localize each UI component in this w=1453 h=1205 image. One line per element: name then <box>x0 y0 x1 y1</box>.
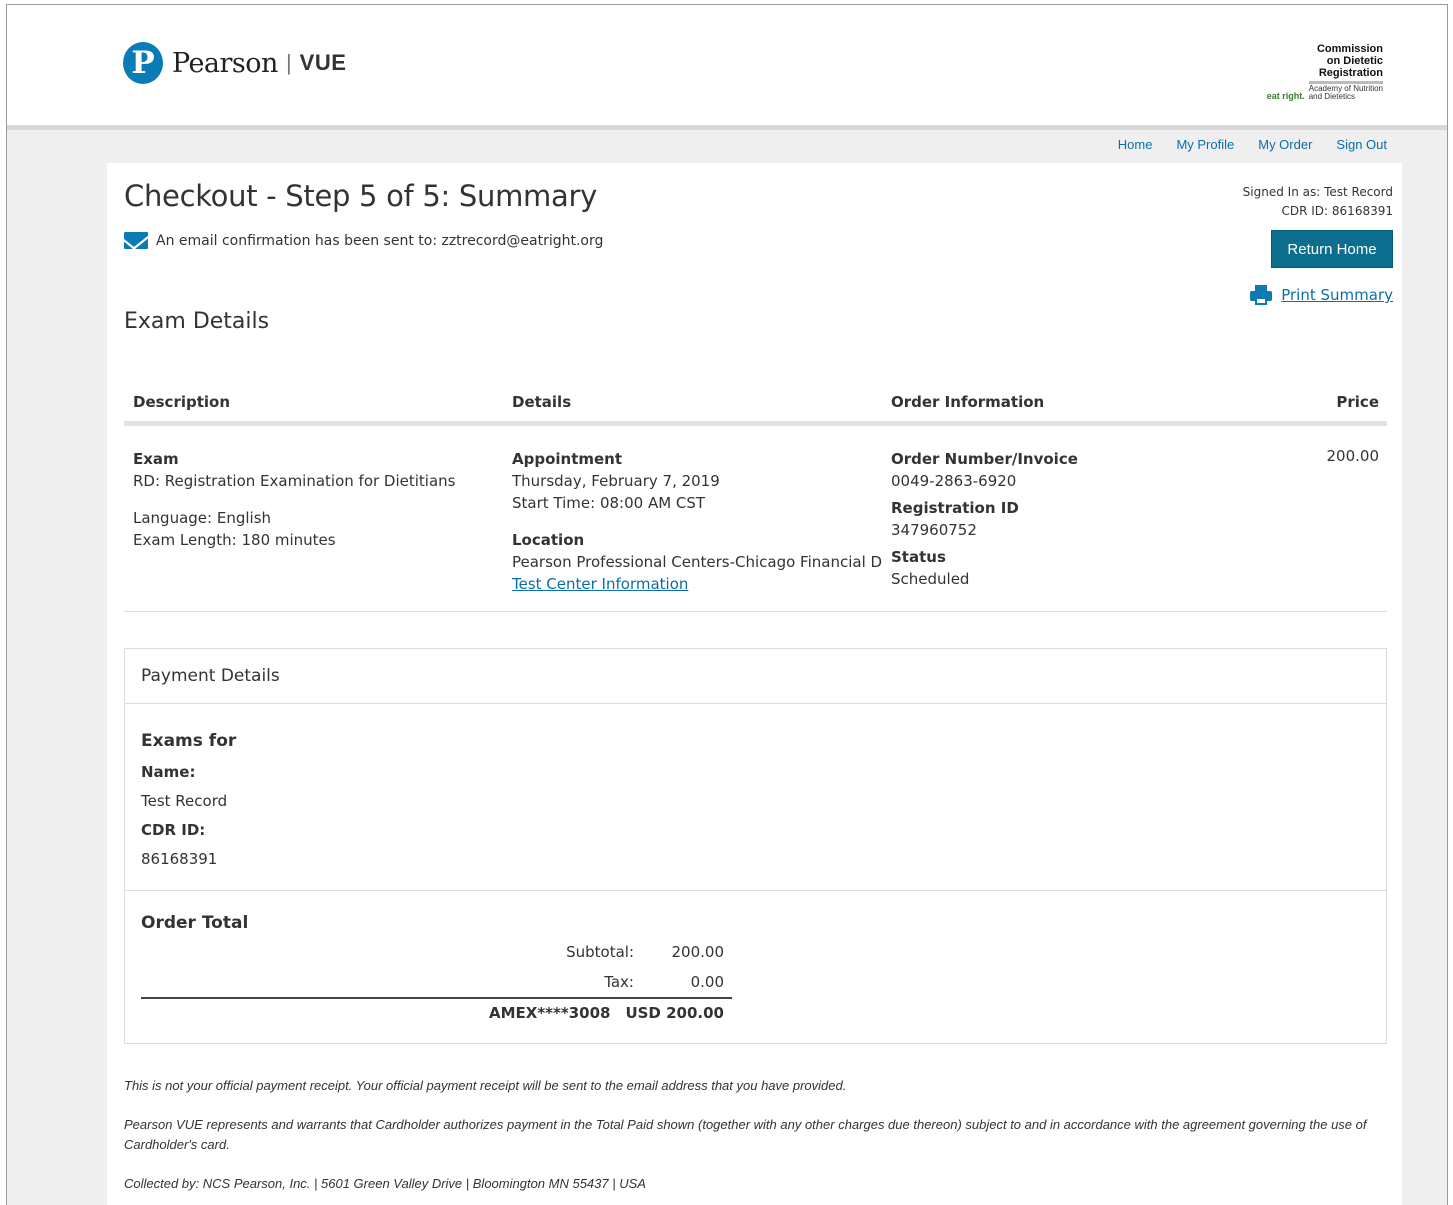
column-header-order-information: Order Information <box>891 393 1045 411</box>
test-center-information-link[interactable]: Test Center Information <box>512 575 688 593</box>
page-title: Checkout - Step 5 of 5: Summary <box>124 179 597 213</box>
cdr-partner-logo: Commission on Dietetic Registration eat … <box>1243 43 1383 101</box>
registration-id-label: Registration ID <box>891 499 1019 517</box>
subtotal-label: Subtotal: <box>566 943 634 961</box>
appointment-label: Appointment <box>512 450 623 468</box>
status-label: Status <box>891 548 946 566</box>
email-confirmation: An email confirmation has been sent to: … <box>124 232 603 249</box>
summary-card: Checkout - Step 5 of 5: Summary An email… <box>107 163 1402 1205</box>
price-cell: 200.00 <box>1261 447 1387 611</box>
envelope-icon <box>124 232 148 249</box>
column-header-details: Details <box>512 393 572 411</box>
order-totals: Subtotal: 200.00 Tax: 0.00 AMEX****3008 … <box>141 937 732 1027</box>
signed-in-cdr-id: CDR ID: 86168391 <box>1281 204 1394 218</box>
payment-details-panel: Payment Details Exams for Name: Test Rec… <box>124 648 1387 1044</box>
card-number: AMEX****3008 <box>488 1004 611 1022</box>
subtotal-row: Subtotal: 200.00 <box>141 937 732 967</box>
status-value: Scheduled <box>891 570 970 588</box>
logo-separator: | <box>285 50 292 75</box>
order-total-section: Order Total Subtotal: 200.00 Tax: 0.00 A… <box>125 891 1386 1027</box>
column-header-price: Price <box>1336 393 1379 411</box>
academy-name: Academy of Nutrition and Dietetics <box>1308 84 1383 101</box>
payment-details-heading: Payment Details <box>125 649 1386 704</box>
order-information-cell: Order Number/Invoice 0049-2863-6920 Regi… <box>882 448 1261 611</box>
signed-in-as: Signed In as: Test Record <box>1242 185 1393 199</box>
tax-value: 0.00 <box>690 973 724 991</box>
exam-language: Language: English <box>133 509 272 527</box>
exams-for-label: Exams for <box>141 731 237 751</box>
location-name: Pearson Professional Centers-Chicago Fin… <box>512 553 882 571</box>
pearson-logo-letter: P <box>131 45 155 81</box>
name-label: Name: <box>141 763 196 781</box>
return-home-button[interactable]: Return Home <box>1271 230 1393 268</box>
nav-sign-out-link[interactable]: Sign Out <box>1336 137 1387 152</box>
registration-id: 347960752 <box>891 521 977 539</box>
appointment-date: Thursday, February 7, 2019 <box>512 472 720 490</box>
order-total-label: Order Total <box>141 913 249 933</box>
browser-frame: P Pearson | VUE Commission on Dietetic R… <box>6 4 1448 1205</box>
warrant-note: Pearson VUE represents and warrants that… <box>124 1117 1367 1152</box>
name-value: Test Record <box>141 792 228 810</box>
site-header: P Pearson | VUE Commission on Dietetic R… <box>7 5 1447 125</box>
logo-name: Pearson <box>172 47 278 79</box>
exams-for-section: Exams for Name: Test Record CDR ID: 8616… <box>125 704 1386 891</box>
price-value: 200.00 <box>1326 447 1380 465</box>
signed-in-info: Signed In as: Test Record CDR ID: 861683… <box>1243 183 1393 221</box>
order-number: 0049-2863-6920 <box>891 472 1017 490</box>
email-confirmation-text: An email confirmation has been sent to: … <box>156 232 604 249</box>
exam-name: RD: Registration Examination for Dietiti… <box>133 472 456 490</box>
eatright-mark: eat right. <box>1266 91 1305 101</box>
printer-icon <box>1250 285 1273 305</box>
exam-length: Exam Length: 180 minutes <box>133 531 336 549</box>
receipt-note: This is not your official payment receip… <box>124 1078 847 1093</box>
column-header-description: Description <box>133 393 231 411</box>
appointment-start-time: Start Time: 08:00 AM CST <box>512 494 706 512</box>
order-number-label: Order Number/Invoice <box>891 450 1078 468</box>
exam-details-table: Description Details Order Information Pr… <box>124 383 1387 612</box>
description-cell: Exam RD: Registration Examination for Di… <box>124 448 503 611</box>
location-label: Location <box>512 531 585 549</box>
table-header: Description Details Order Information Pr… <box>124 383 1387 426</box>
table-row: Exam RD: Registration Examination for Di… <box>124 426 1387 612</box>
cdr-id-value: 86168391 <box>141 850 218 868</box>
pearson-vue-logo[interactable]: P Pearson | VUE <box>123 42 346 84</box>
academy-logo: eat right. Academy of Nutrition and Diet… <box>1243 85 1383 101</box>
print-summary-link[interactable]: Print Summary <box>1281 286 1393 304</box>
exam-label: Exam <box>133 450 179 468</box>
total-row: AMEX****3008 USD 200.00 <box>141 997 732 1027</box>
cdr-title: Commission on Dietetic Registration <box>1316 43 1383 79</box>
logo-product: VUE <box>299 50 347 75</box>
top-nav: Home My Profile My Order Sign Out <box>1118 137 1387 152</box>
total-value: USD 200.00 <box>625 1004 724 1022</box>
cdr-id-label: CDR ID: <box>141 821 206 839</box>
subtotal-value: 200.00 <box>671 943 725 961</box>
print-summary[interactable]: Print Summary <box>1250 285 1393 305</box>
nav-my-order-link[interactable]: My Order <box>1258 137 1312 152</box>
exam-details-heading: Exam Details <box>124 309 270 334</box>
pearson-logo-icon: P <box>123 42 163 84</box>
collected-by: Collected by: NCS Pearson, Inc. | 5601 G… <box>124 1176 646 1191</box>
nav-home-link[interactable]: Home <box>1118 137 1153 152</box>
tax-label: Tax: <box>604 973 634 991</box>
nav-my-profile-link[interactable]: My Profile <box>1176 137 1234 152</box>
tax-row: Tax: 0.00 <box>141 967 732 997</box>
details-cell: Appointment Thursday, February 7, 2019 S… <box>503 448 882 611</box>
